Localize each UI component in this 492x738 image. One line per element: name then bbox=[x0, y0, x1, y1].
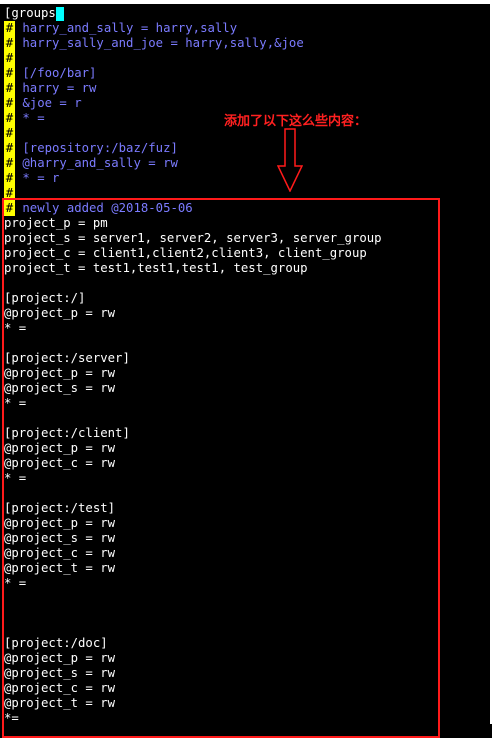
added-content-highlight-box bbox=[2, 198, 440, 738]
comment-hash-marker: # bbox=[4, 111, 15, 126]
comment-hash-marker: # bbox=[4, 96, 15, 111]
comment-hash-marker: # bbox=[4, 81, 15, 96]
line-text: @harry_and_sally = rw bbox=[15, 156, 178, 170]
comment-hash-marker: # bbox=[4, 66, 15, 81]
comment-hash-marker: # bbox=[4, 126, 15, 141]
line-text: &joe = r bbox=[15, 96, 82, 110]
comment-hash-marker: # bbox=[4, 36, 15, 51]
line-text: [repository:/baz/fuz] bbox=[15, 141, 178, 155]
line-text: harry_and_sally = harry,sally bbox=[15, 21, 238, 35]
line-text: [groups bbox=[4, 6, 56, 20]
comment-line: # * = r bbox=[4, 171, 490, 186]
comment-hash-marker: # bbox=[4, 21, 15, 36]
comment-hash-marker: # bbox=[4, 156, 15, 171]
down-arrow-icon bbox=[276, 128, 304, 195]
line-text: * = bbox=[15, 111, 45, 125]
code-line: [groups bbox=[4, 6, 490, 21]
comment-line: # [repository:/baz/fuz] bbox=[4, 141, 490, 156]
comment-line: # @harry_and_sally = rw bbox=[4, 156, 490, 171]
line-text: harry = rw bbox=[15, 81, 97, 95]
comment-hash-marker: # bbox=[4, 141, 15, 156]
annotation-label: 添加了以下这么些内容： bbox=[224, 114, 368, 129]
text-cursor bbox=[55, 7, 64, 21]
comment-line: # harry = rw bbox=[4, 81, 490, 96]
comment-line: # harry_sally_and_joe = harry,sally,&joe bbox=[4, 36, 490, 51]
comment-line: # [/foo/bar] bbox=[4, 66, 490, 81]
comment-hash-marker: # bbox=[4, 171, 15, 186]
window-top-border bbox=[0, 0, 492, 4]
line-text: harry_sally_and_joe = harry,sally,&joe bbox=[15, 36, 304, 50]
comment-hash-marker: # bbox=[4, 51, 15, 66]
line-text: * = r bbox=[15, 171, 60, 185]
line-text: [/foo/bar] bbox=[15, 66, 97, 80]
comment-line: # harry_and_sally = harry,sally bbox=[4, 21, 490, 36]
comment-line: # bbox=[4, 51, 490, 66]
comment-line: # &joe = r bbox=[4, 96, 490, 111]
